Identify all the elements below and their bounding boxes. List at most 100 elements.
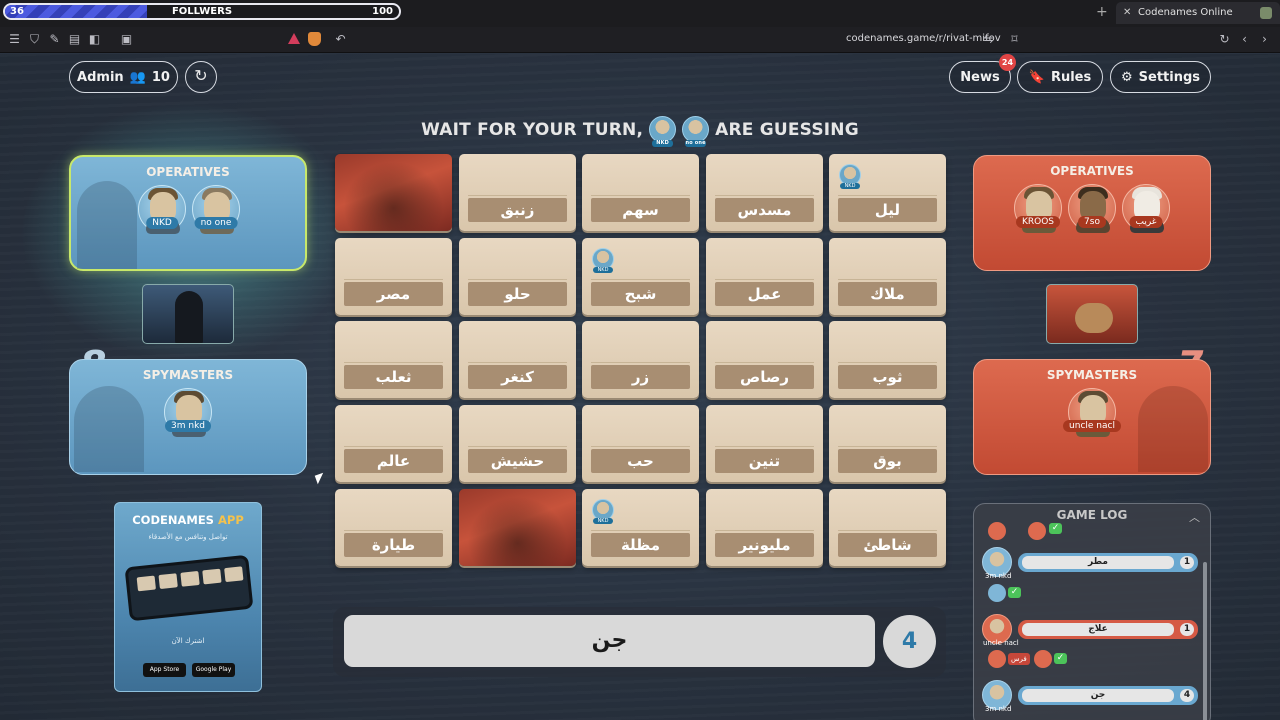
close-tab-icon[interactable]: ✕ — [1123, 2, 1131, 24]
card-divider — [715, 362, 814, 363]
card-divider — [715, 530, 814, 531]
card-divider — [838, 446, 937, 447]
word-card[interactable]: شاطئ — [829, 489, 946, 566]
red-operatives-panel[interactable]: OPERATIVES KROOS 7so غريب — [973, 155, 1211, 271]
blue-spymasters-panel[interactable]: SPYMASTERS 3m nkd — [69, 359, 307, 475]
google-play-button[interactable]: Google Play — [192, 663, 235, 677]
player-name: KROOS — [1015, 216, 1061, 228]
reset-icon[interactable]: ↻ — [185, 61, 217, 93]
card-word: شبح — [591, 282, 690, 306]
blue-spymasters-title: SPYMASTERS — [142, 368, 234, 382]
pin-icon[interactable]: ✎ — [48, 33, 61, 46]
card-word: عالم — [344, 449, 443, 473]
extension-shield-icon[interactable] — [308, 32, 321, 46]
word-card[interactable]: حب — [582, 405, 699, 482]
menu-icon[interactable]: ☰ — [8, 33, 21, 46]
tabs-icon[interactable]: ▤ — [68, 33, 81, 46]
word-card[interactable]: مسدس — [706, 154, 823, 231]
revealed-card — [335, 154, 452, 231]
word-card[interactable]: حلو — [459, 238, 576, 315]
card-word: طيارة — [344, 533, 443, 557]
browser-tab[interactable]: ✕ Codenames Online — [1116, 2, 1280, 24]
promo-title-main: CODENAMES — [132, 513, 214, 527]
player-name: غريب — [1129, 216, 1163, 228]
word-card[interactable]: حشيش — [459, 405, 576, 482]
browser-tab-title: Codenames Online — [1138, 7, 1233, 18]
card-word: كنغر — [468, 365, 567, 389]
player-name: NKD — [146, 217, 178, 229]
word-card[interactable]: تنين — [706, 405, 823, 482]
promo-subtitle: تواصل وتنافس مع الأصدقاء — [148, 533, 228, 541]
card-word: ملاك — [838, 282, 937, 306]
site-settings-icon[interactable]: ⇋ — [982, 33, 995, 46]
log-clue-word: مطر — [1022, 556, 1174, 569]
player-name: 3m nkd — [165, 420, 211, 432]
word-card[interactable]: سهم — [582, 154, 699, 231]
reader-icon[interactable]: ▣ — [120, 33, 133, 46]
check-icon: ✓ — [1049, 523, 1062, 534]
word-card[interactable]: ثوب — [829, 321, 946, 398]
sidebar-icon[interactable]: ◧ — [88, 33, 101, 46]
word-card[interactable]: عالم — [335, 405, 452, 482]
card-divider — [344, 362, 443, 363]
card-divider — [838, 530, 937, 531]
bookmark-icon[interactable]: ⌑ — [1008, 33, 1021, 46]
word-card[interactable]: ثعلب — [335, 321, 452, 398]
word-card[interactable]: مليونير — [706, 489, 823, 566]
forward-icon[interactable]: › — [1258, 33, 1271, 46]
card-word: شاطئ — [838, 533, 937, 557]
rules-button[interactable]: 🔖 Rules — [1017, 61, 1103, 93]
undo-icon[interactable]: ↶ — [334, 33, 347, 46]
guess-marker-name: NKD — [840, 183, 860, 189]
word-card[interactable]: مظلة NKD — [582, 489, 699, 566]
card-divider — [591, 195, 690, 196]
card-divider — [838, 279, 937, 280]
app-store-button[interactable]: App Store — [143, 663, 186, 677]
reload-icon[interactable]: ↻ — [1218, 33, 1231, 46]
card-divider — [344, 279, 443, 280]
extension-triangle-icon[interactable] — [288, 33, 300, 44]
word-card[interactable]: رصاص — [706, 321, 823, 398]
back-icon[interactable]: ‹ — [1238, 33, 1251, 46]
red-spymasters-title: SPYMASTERS — [1046, 368, 1138, 382]
blue-operatives-panel[interactable]: OPERATIVES NKD no one — [69, 155, 307, 271]
chevron-up-icon[interactable]: ︿ — [1189, 509, 1200, 525]
word-card[interactable]: مصر — [335, 238, 452, 315]
agent-silhouette — [77, 181, 137, 269]
settings-button[interactable]: ⚙ Settings — [1110, 61, 1211, 93]
browser-toolbar: ☰ ⛉ ✎ ▤ ◧ ▣ ↶ codenames.game/r/rivat-mif… — [0, 27, 1280, 53]
game-log-panel[interactable]: GAME LOG ︿ ✓ 3m nkd مطر 1 ✓ uncle nacl ع… — [973, 503, 1211, 720]
promo-title: CODENAMES APP — [115, 513, 261, 527]
red-spymasters-panel[interactable]: SPYMASTERS uncle nacl — [973, 359, 1211, 475]
admin-button[interactable]: Admin 👥 10 — [69, 61, 178, 93]
word-card[interactable]: زنبق — [459, 154, 576, 231]
shield-icon[interactable]: ⛉ — [28, 33, 41, 46]
log-guesser-avatar — [988, 522, 1006, 540]
word-card[interactable]: ليل NKD — [829, 154, 946, 231]
card-word: تنين — [715, 449, 814, 473]
game-area: Admin 👥 10 ↻ News 24 🔖 Rules ⚙ Settings … — [0, 54, 1280, 720]
word-card[interactable]: طيارة — [335, 489, 452, 566]
word-card[interactable]: عمل — [706, 238, 823, 315]
log-guesser-avatar — [1034, 650, 1052, 668]
word-card[interactable]: زر — [582, 321, 699, 398]
log-player-name: uncle nacl — [983, 639, 1019, 647]
log-scrollbar[interactable] — [1203, 562, 1207, 720]
new-tab-icon[interactable]: + — [1096, 4, 1108, 20]
player-name: 7so — [1078, 216, 1106, 228]
word-card[interactable]: شبح NKD — [582, 238, 699, 315]
favicon-icon — [1260, 7, 1272, 19]
app-promo-card[interactable]: CODENAMES APP تواصل وتنافس مع الأصدقاء ا… — [114, 502, 262, 692]
news-button[interactable]: News 24 — [949, 54, 1016, 93]
agent-silhouette — [1138, 386, 1208, 472]
word-card[interactable]: كنغر — [459, 321, 576, 398]
log-clue-number: 4 — [1180, 689, 1194, 702]
red-operatives-title: OPERATIVES — [1050, 164, 1134, 178]
url-bar[interactable]: codenames.game/r/rivat-mifov — [846, 33, 1001, 44]
card-divider — [468, 195, 567, 196]
agent-figure — [175, 291, 203, 343]
word-card[interactable]: بوق — [829, 405, 946, 482]
card-word: سهم — [591, 198, 690, 222]
card-divider — [468, 446, 567, 447]
word-card[interactable]: ملاك — [829, 238, 946, 315]
